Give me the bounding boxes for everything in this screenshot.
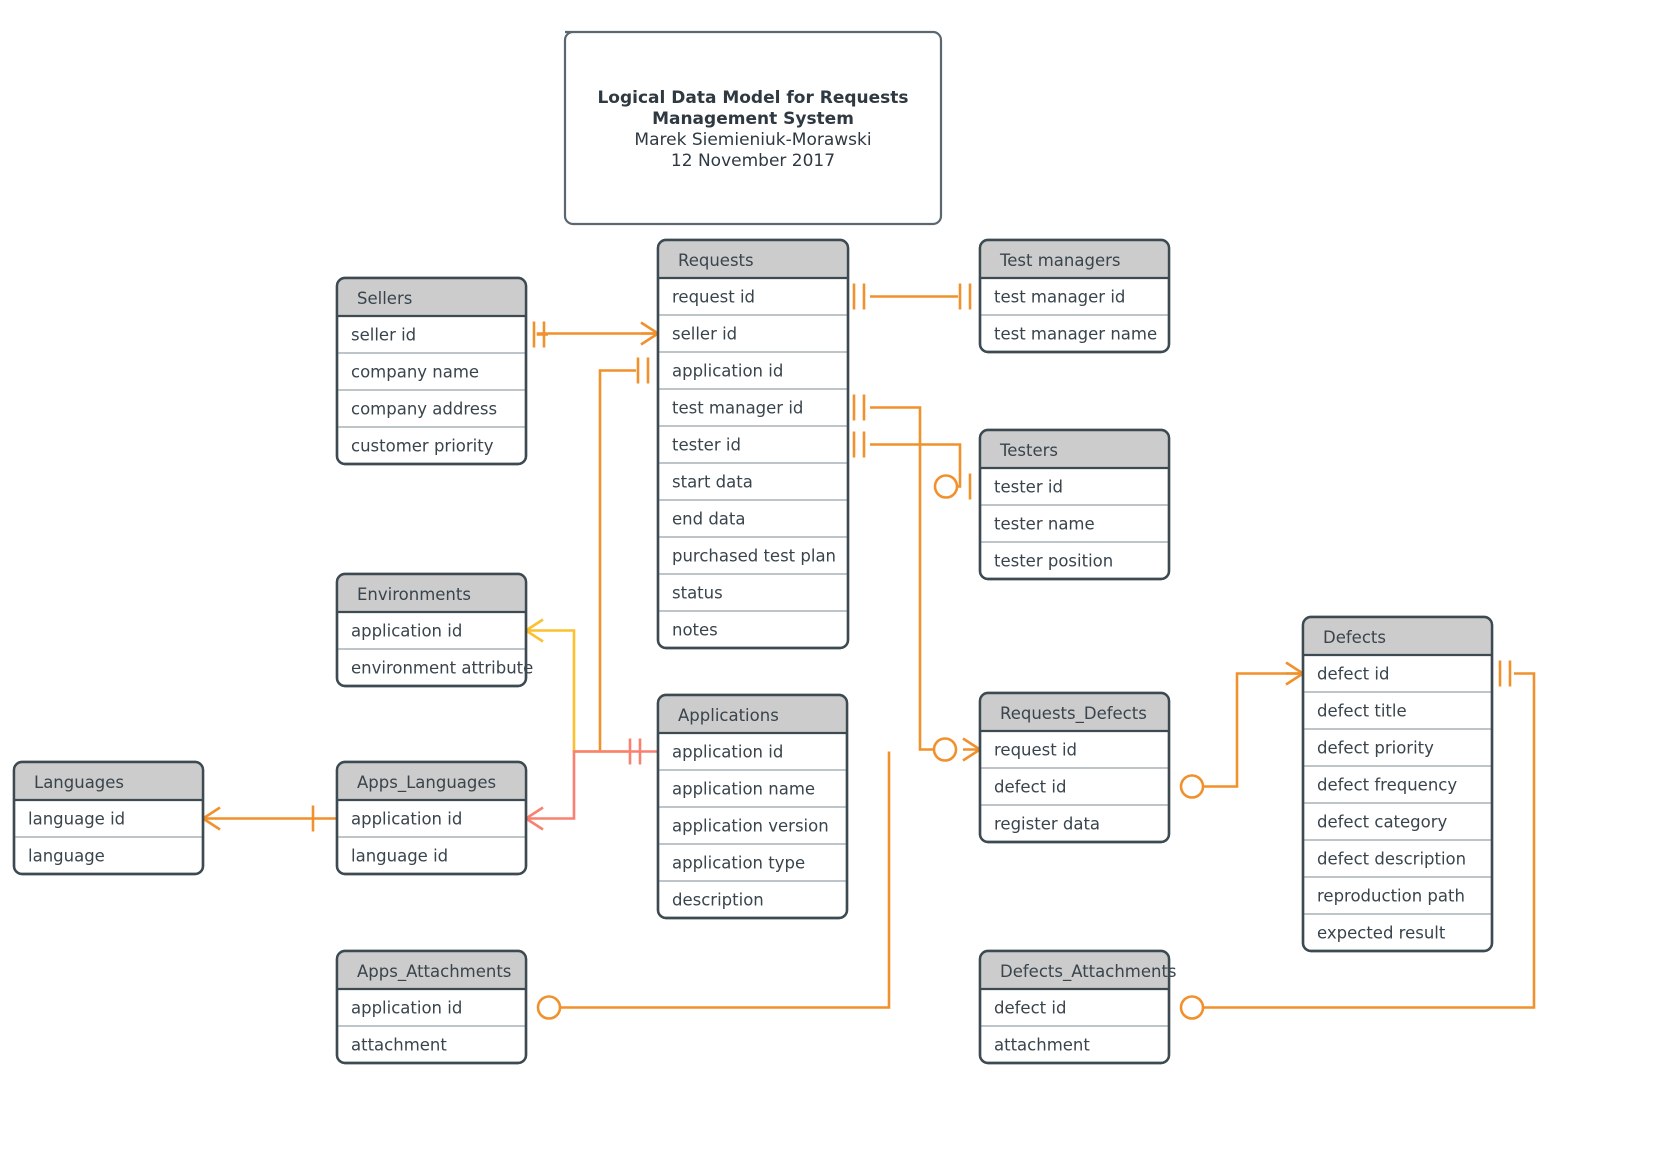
entity-title: Requests	[678, 251, 754, 270]
marker-requests-one-b	[852, 431, 866, 458]
marker-defects-one	[1498, 660, 1512, 687]
entity-attribute: seller id	[672, 325, 737, 344]
marker-requests-one-a	[852, 283, 866, 310]
entity-attribute: application id	[672, 362, 783, 381]
entity-attribute: tester id	[672, 436, 741, 455]
entity-requests_defects[interactable]: Requests_Defectsrequest id defect id regis…	[978, 691, 1171, 844]
note-title-line1: Logical Data Model for Requests	[597, 88, 908, 108]
link-sellers-requests	[536, 332, 658, 336]
entity-attribute: application name	[672, 780, 815, 799]
marker-defectsattachments-zero	[1179, 995, 1205, 1020]
entity-attribute: attachment	[351, 1036, 447, 1055]
entity-title: Environments	[357, 585, 471, 604]
entity-title: Test managers	[999, 251, 1121, 270]
entity-title: Apps_Languages	[357, 773, 496, 793]
entity-attribute: defect id	[994, 778, 1066, 797]
entities-layer: Sellers seller id company name company addr…	[12, 238, 1494, 1065]
entity-requests[interactable]: Requests request id seller id application i…	[656, 238, 850, 650]
marker-languages-many	[202, 806, 221, 831]
entity-attribute: request id	[994, 741, 1077, 760]
entity-attribute: language	[28, 847, 105, 866]
note-date: 12 November 2017	[671, 151, 835, 171]
entity-testers[interactable]: Testers tester id tester name tester positi…	[978, 428, 1171, 581]
entity-title: Testers	[999, 441, 1058, 460]
marker-appslanguages-many	[525, 806, 544, 831]
entity-attribute: environment attribute	[351, 659, 533, 678]
entity-title: Requests_Defects	[1000, 704, 1147, 724]
entity-attribute: defect id	[1317, 665, 1389, 684]
marker-requests-many	[640, 321, 659, 346]
entity-attribute: end data	[672, 510, 746, 529]
marker-requestsdefects-many	[962, 737, 981, 762]
entity-attribute: application type	[672, 854, 805, 873]
entity-attribute: description	[672, 891, 764, 910]
entity-attribute: application version	[672, 817, 829, 836]
marker-environments-many	[525, 618, 544, 643]
marker-requests-one-c	[852, 394, 866, 421]
entity-attribute: language id	[28, 810, 125, 829]
entity-title: Applications	[678, 706, 779, 725]
marker-requestsdefects-zero	[932, 737, 958, 762]
entity-attribute: defect title	[1317, 702, 1407, 721]
entity-attribute: reproduction path	[1317, 887, 1465, 906]
entity-languages[interactable]: Languages language id language	[12, 760, 205, 876]
entity-attribute: defect category	[1317, 813, 1448, 832]
entity-attribute: defect id	[994, 999, 1066, 1018]
entity-attribute: application id	[351, 622, 462, 641]
link-requestsdefects-defects	[1203, 672, 1303, 788]
marker-requests-one-d	[636, 357, 650, 384]
entity-defects_attachments[interactable]: Defects_Attachmentsdefect id attachment	[978, 949, 1177, 1065]
marker-testmanagers-one	[958, 283, 972, 310]
entity-attribute: test manager id	[672, 399, 803, 418]
link-environments-applications	[543, 629, 628, 753]
note-title-line2: Management System	[652, 109, 854, 129]
marker-defects-many	[1285, 661, 1304, 686]
marker-appsattachments-zero	[536, 995, 562, 1020]
entity-apps_languages[interactable]: Apps_Languages application id language id	[335, 760, 528, 876]
entity-sellers[interactable]: Sellers seller id company name company addr…	[335, 276, 528, 466]
entity-attribute: language id	[351, 847, 448, 866]
entity-environments[interactable]: Environments application id environment at…	[335, 572, 533, 688]
entity-attribute: tester name	[994, 515, 1095, 534]
entity-attribute: company address	[351, 400, 497, 419]
entity-attribute: test manager id	[994, 288, 1125, 307]
er-diagram-canvas: Sellers seller id company name company addr…	[0, 0, 1656, 1163]
entity-attribute: purchased test plan	[672, 547, 836, 566]
entity-apps_attachments[interactable]: Apps_Attachments application id attachment	[335, 949, 528, 1065]
entity-test_managers[interactable]: Test managers test manager id test manager…	[978, 238, 1171, 354]
entity-attribute: test manager name	[994, 325, 1157, 344]
entity-attribute: defect frequency	[1317, 776, 1457, 795]
title-note: Logical Data Model for Requests Manageme…	[563, 30, 943, 226]
entity-title: Languages	[34, 773, 124, 792]
entity-title: Defects	[1323, 628, 1386, 647]
entity-attribute: seller id	[351, 326, 416, 345]
entity-title: Sellers	[357, 289, 412, 308]
entity-attribute: attachment	[994, 1036, 1090, 1055]
entity-attribute: application id	[351, 810, 462, 829]
entity-attribute: application id	[672, 743, 783, 762]
entity-attribute: defect priority	[1317, 739, 1434, 758]
marker-testers-zero	[933, 474, 959, 499]
entity-attribute: notes	[672, 621, 718, 640]
entity-attribute: customer priority	[351, 437, 494, 456]
entity-defects[interactable]: Defects defect id defect title defect prior…	[1301, 615, 1494, 953]
entity-title: Apps_Attachments	[357, 962, 511, 982]
entity-attribute: expected result	[1317, 924, 1446, 943]
er-diagram-svg: Sellers seller id company name company addr…	[12, 30, 1536, 1065]
entity-title: Defects_Attachments	[1000, 962, 1177, 982]
entity-attribute: request id	[672, 288, 755, 307]
entity-attribute: register data	[994, 815, 1100, 834]
marker-requestsdefects-zero-b	[1179, 774, 1205, 799]
entity-attribute: tester id	[994, 478, 1063, 497]
entity-attribute: application id	[351, 999, 462, 1018]
entity-attribute: status	[672, 584, 723, 603]
entity-attribute: company name	[351, 363, 479, 382]
entity-applications[interactable]: Applications application id application na…	[656, 693, 849, 920]
note-author: Marek Siemieniuk-Morawski	[634, 130, 871, 150]
entity-attribute: defect description	[1317, 850, 1466, 869]
entity-attribute: tester position	[994, 552, 1113, 571]
link-applications-requests	[598, 369, 636, 752]
link-requests-requestsdefects	[870, 406, 940, 751]
entity-attribute: start data	[672, 473, 753, 492]
